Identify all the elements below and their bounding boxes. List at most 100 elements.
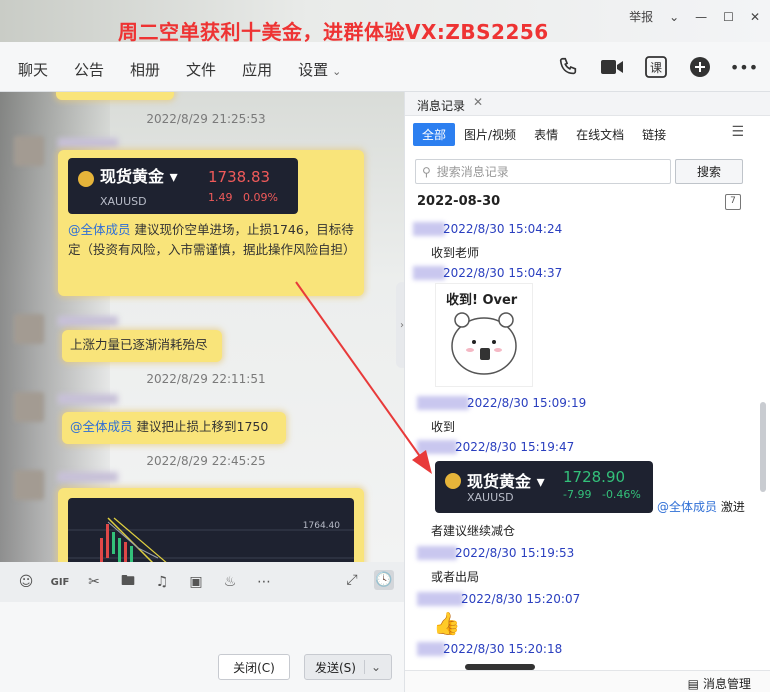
- history-clock-icon[interactable]: 🕓: [374, 570, 394, 590]
- more-icon[interactable]: •••: [730, 55, 758, 79]
- music-icon[interactable]: ♫: [152, 572, 172, 592]
- video-icon[interactable]: [600, 55, 624, 79]
- bell-icon[interactable]: ♨: [220, 572, 240, 592]
- message-manager-button[interactable]: ▤ 消息管理: [688, 675, 751, 692]
- entry-text: 收到: [431, 420, 456, 434]
- quote-change: 1.49 0.09%: [208, 191, 278, 204]
- entry-time: 2022/8/30 15:19:47: [455, 440, 575, 454]
- quote-name: 现货黄金 ▾: [467, 472, 545, 491]
- entry-time: 2022/8/30 15:20:07: [461, 592, 581, 606]
- minimize-icon[interactable]: —: [695, 10, 707, 24]
- entry-text: 或者出局: [431, 570, 480, 584]
- chevron-down-icon[interactable]: ⌄: [669, 10, 679, 24]
- sender-name: [58, 472, 118, 482]
- close-button[interactable]: 关闭(C): [218, 654, 290, 680]
- entry-time: 2022/8/30 15:04:24: [443, 222, 563, 236]
- sender-name: [58, 394, 118, 404]
- quote-name: 现货黄金 ▾: [100, 167, 178, 186]
- message-manager-label: 消息管理: [702, 677, 751, 691]
- tab-announcement[interactable]: 公告: [74, 59, 104, 80]
- emoji-icon[interactable]: ☺: [16, 572, 36, 592]
- sender-name: [58, 138, 118, 148]
- message-bubble[interactable]: 上涨力量已逐渐消耗殆尽: [62, 330, 222, 362]
- filter-emoji[interactable]: 表情: [525, 123, 567, 146]
- message-timestamp: 2022/8/29 21:25:53: [146, 112, 266, 126]
- entry-time: 2022/8/30 15:20:18: [443, 642, 563, 656]
- sender-name: [413, 266, 445, 280]
- tab-settings[interactable]: 设置 ⌄: [298, 59, 341, 80]
- search-icon: ⚲: [422, 164, 431, 179]
- image-icon[interactable]: ▣: [186, 572, 206, 592]
- chat-toolbar: ☺ GIF ✂ 🖿 ♫ ▣ ♨ ⋯ ⤢ 🕓: [0, 562, 404, 602]
- avatar[interactable]: [14, 470, 44, 500]
- message-bubble[interactable]: 现货黄金 ▾ XAUUSD 1738.83 1.49 0.09% @全体成员 建…: [58, 150, 364, 296]
- sender-name: [417, 642, 445, 656]
- send-button[interactable]: 发送(S) ⌄: [304, 654, 392, 680]
- sticker-caption: 收到! Over: [446, 292, 518, 308]
- title-bar: 周二空单获利十美金，进群体验VX:ZBS2256 举报 ⌄ — ☐ ✕: [0, 0, 770, 44]
- quote-symbol: XAUUSD: [100, 195, 147, 208]
- maximize-icon[interactable]: ☐: [723, 10, 734, 24]
- phone-icon[interactable]: [556, 55, 580, 79]
- expand-icon[interactable]: ⤢: [342, 570, 362, 590]
- filter-media[interactable]: 图片/视频: [455, 123, 525, 146]
- search-button[interactable]: 搜索: [675, 159, 743, 184]
- tab-apps[interactable]: 应用: [242, 59, 272, 80]
- history-title: 消息记录: [417, 99, 466, 113]
- sender-name: [417, 546, 457, 560]
- calendar-icon[interactable]: 7: [725, 194, 741, 210]
- message-input-area[interactable]: 关闭(C) 发送(S) ⌄: [0, 602, 404, 692]
- avatar[interactable]: [14, 136, 44, 166]
- gold-quote-card[interactable]: 现货黄金 ▾ XAUUSD 1728.90 -7.99 -0.46%: [435, 461, 653, 513]
- history-scrollbar[interactable]: [760, 402, 766, 492]
- avatar[interactable]: [14, 314, 44, 344]
- entry-time: 2022/8/30 15:09:19: [467, 396, 587, 410]
- avatar[interactable]: [14, 392, 44, 422]
- price-chart-image[interactable]: 1764.40: [68, 498, 354, 562]
- history-search-input[interactable]: ⚲ 搜索消息记录: [415, 159, 671, 184]
- tab-chat[interactable]: 聊天: [18, 59, 49, 95]
- filter-all[interactable]: 全部: [413, 123, 456, 146]
- tab-settings-label: 设置: [298, 61, 329, 79]
- scissors-icon[interactable]: ✂: [84, 572, 104, 592]
- thumbs-up-icon: 👍: [433, 612, 461, 637]
- message-bubble-partial: [56, 92, 174, 100]
- report-button[interactable]: 举报: [629, 8, 653, 25]
- gif-icon[interactable]: GIF: [50, 572, 70, 592]
- filter-docs[interactable]: 在线文档: [567, 123, 633, 146]
- gold-coin-icon: [78, 171, 94, 187]
- message-bubble[interactable]: @全体成员 建议把止损上移到1750: [62, 412, 286, 444]
- chevron-down-icon: ⌄: [332, 65, 342, 78]
- gold-coin-icon: [445, 473, 461, 489]
- quote-price: 1728.90: [563, 468, 626, 486]
- mention-all[interactable]: @全体成员: [657, 500, 717, 514]
- mention-all[interactable]: @全体成员: [70, 419, 133, 434]
- chat-panel[interactable]: 2022/8/29 21:25:53 现货黄金 ▾ XAUUSD 1738.83…: [0, 92, 404, 562]
- tab-bar: 聊天 公告 相册 文件 应用 设置 ⌄ 课 •••: [0, 42, 770, 95]
- close-icon[interactable]: ✕: [750, 10, 760, 24]
- gold-quote-card[interactable]: 现货黄金 ▾ XAUUSD 1738.83 1.49 0.09%: [68, 158, 298, 214]
- sender-name: [417, 396, 469, 410]
- add-chat-icon[interactable]: [688, 55, 712, 79]
- history-filters: 全部 图片/视频 表情 在线文档 链接: [413, 123, 675, 146]
- tab-album[interactable]: 相册: [130, 59, 160, 80]
- class-icon[interactable]: 课: [644, 55, 668, 79]
- folder-icon[interactable]: 🖿: [118, 572, 138, 592]
- chart-price-label: 1764.40: [303, 521, 340, 531]
- chevron-down-icon[interactable]: ⌄: [363, 660, 381, 674]
- quote-change: -7.99 -0.46%: [563, 488, 641, 501]
- sticker-image[interactable]: 收到! Over: [435, 283, 533, 387]
- tab-files[interactable]: 文件: [186, 59, 216, 80]
- history-tab[interactable]: 消息记录 ✕: [405, 92, 770, 116]
- sender-name: [58, 316, 118, 326]
- filter-links[interactable]: 链接: [633, 123, 675, 146]
- mention-all[interactable]: @全体成员: [68, 222, 131, 237]
- filter-icon[interactable]: ☰: [731, 124, 744, 140]
- entry-time: 2022/8/30 15:19:53: [455, 546, 575, 560]
- entry-text: 者建议继续减仓: [431, 524, 516, 538]
- message-bubble[interactable]: 1764.40: [58, 488, 364, 562]
- quote-price: 1738.83: [208, 168, 271, 186]
- message-text: 建议把止损上移到1750: [132, 419, 269, 434]
- more-icon[interactable]: ⋯: [254, 572, 274, 592]
- close-icon[interactable]: ✕: [473, 95, 483, 109]
